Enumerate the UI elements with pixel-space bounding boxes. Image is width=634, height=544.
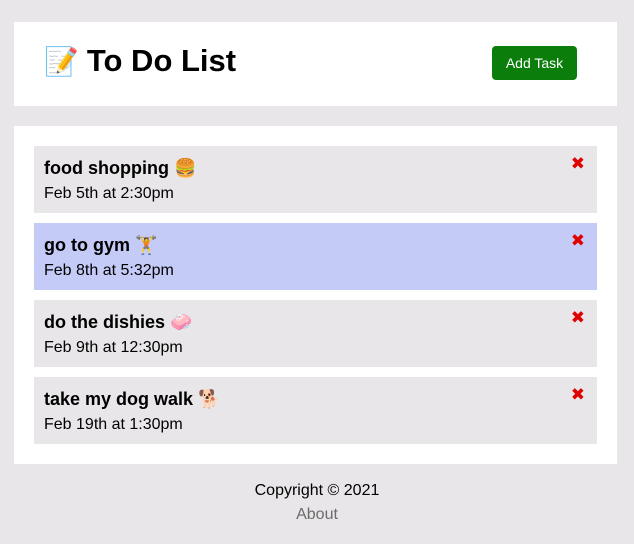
task-title-text: go to gym — [44, 235, 130, 255]
delete-icon[interactable]: ✖ — [571, 154, 585, 174]
weightlifter-icon: 🏋 — [135, 235, 158, 256]
dog-icon: 🐕 — [198, 389, 221, 410]
task-item[interactable]: food shopping 🍔 Feb 5th at 2:30pm ✖ — [34, 146, 597, 213]
header: 📝 To Do List Add Task — [14, 22, 617, 106]
delete-icon[interactable]: ✖ — [571, 231, 585, 251]
task-time: Feb 5th at 2:30pm — [44, 185, 174, 202]
task-title-text: food shopping — [44, 158, 169, 178]
memo-icon: 📝 — [44, 44, 79, 78]
page-title-text: To Do List — [86, 43, 237, 78]
task-title-text: take my dog walk — [44, 389, 194, 409]
task-title-text: do the dishies — [44, 312, 166, 332]
task-item[interactable]: go to gym 🏋 Feb 8th at 5:32pm ✖ — [34, 223, 597, 290]
task-item[interactable]: do the dishies 🧼 Feb 9th at 12:30pm ✖ — [34, 300, 597, 367]
hamburger-icon: 🍔 — [173, 158, 197, 179]
add-task-button[interactable]: Add Task — [492, 46, 577, 80]
footer: Copyright © 2021 About — [0, 482, 634, 524]
task-list: food shopping 🍔 Feb 5th at 2:30pm ✖ go t… — [14, 126, 617, 464]
delete-icon[interactable]: ✖ — [571, 385, 585, 405]
page-title: 📝 To Do List — [44, 43, 236, 79]
task-time: Feb 8th at 5:32pm — [44, 262, 174, 279]
task-title: do the dishies 🧼 — [44, 312, 192, 333]
copyright-text: Copyright © 2021 — [254, 482, 380, 499]
task-title: take my dog walk 🐕 — [44, 389, 221, 410]
task-item[interactable]: take my dog walk 🐕 Feb 19th at 1:30pm ✖ — [34, 377, 597, 444]
task-time: Feb 19th at 1:30pm — [44, 416, 183, 433]
soap-icon: 🧼 — [170, 312, 193, 333]
task-title: go to gym 🏋 — [44, 235, 157, 256]
task-title: food shopping 🍔 — [44, 158, 196, 179]
task-time: Feb 9th at 12:30pm — [44, 339, 183, 356]
about-link[interactable]: About — [296, 506, 338, 524]
delete-icon[interactable]: ✖ — [571, 308, 585, 328]
